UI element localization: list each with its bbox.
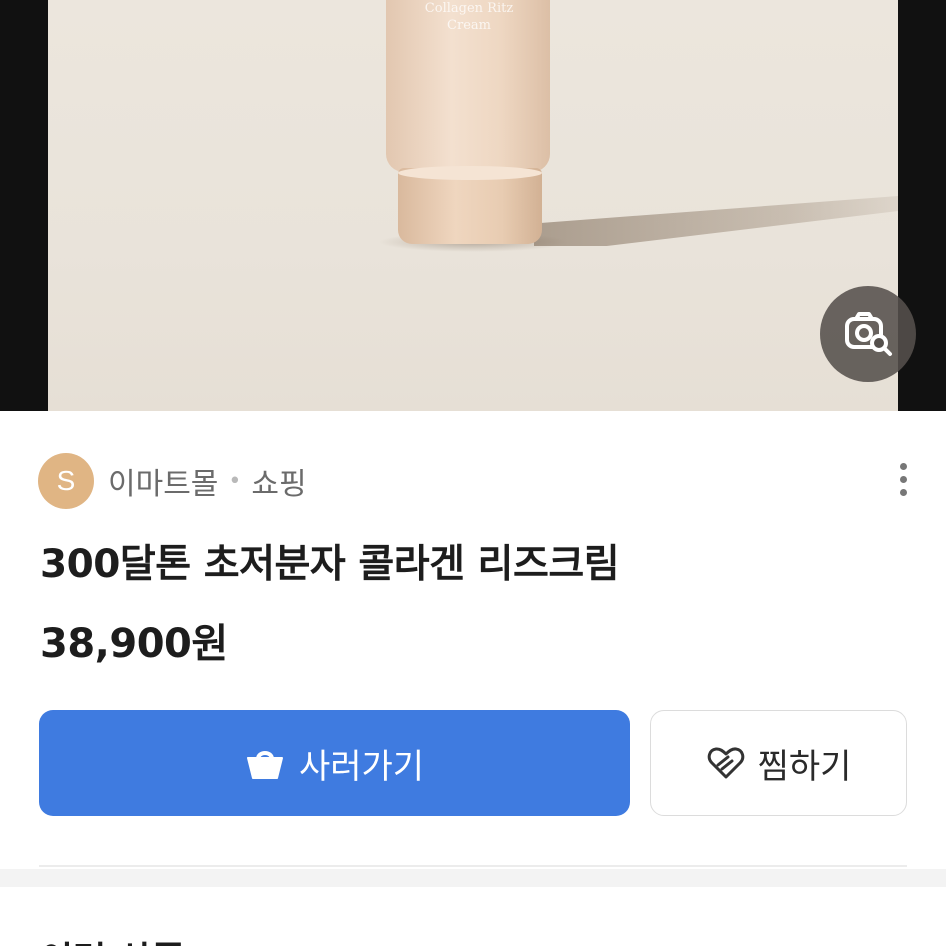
seller-avatar[interactable]: S [38,453,94,509]
tube-label-text: Collagen Ritz Cream [424,1,514,33]
product-price: 38,900원 [40,621,228,667]
shopping-bag-icon [246,751,283,779]
more-vertical-icon-dot [899,475,907,483]
more-options-button[interactable] [886,457,920,501]
seller-separator: • [228,468,242,494]
product-photo[interactable]: Collagen Ritz Cream [48,0,898,411]
seller-category: 쇼핑 [251,467,307,502]
buy-button-label: 사러가기 [298,746,425,787]
product-title: 300달톤 초저분자 콜라겐 리즈크림 [40,542,620,587]
divider [39,865,907,867]
buy-button[interactable]: 사러가기 [39,710,630,816]
image-search-button[interactable] [820,286,916,382]
product-shadow [534,196,898,246]
cream-tube-cap-rim [398,166,542,180]
more-vertical-icon-dot [899,462,907,470]
seller-name[interactable]: 이마트몰 [108,459,218,503]
product-detail-page: Collagen Ritz Cream S 이마트몰 • 쇼핑 300달톤 초저… [0,0,946,946]
seller-row[interactable]: S 이마트몰 • 쇼핑 [38,453,307,509]
image-search-icon [845,312,892,356]
more-vertical-icon-dot [899,488,907,496]
heart-icon [707,747,744,779]
product-image-area: Collagen Ritz Cream [0,0,946,411]
next-section-title: 이런 상품 [40,931,185,946]
product-info: S 이마트몰 • 쇼핑 300달톤 초저분자 콜라겐 리즈크림 38,900원 … [0,411,946,946]
cream-tube: Collagen Ritz Cream [386,0,550,172]
wish-button-label: 찜하기 [757,746,852,787]
wish-button[interactable]: 찜하기 [650,710,907,816]
section-separator [0,869,946,887]
